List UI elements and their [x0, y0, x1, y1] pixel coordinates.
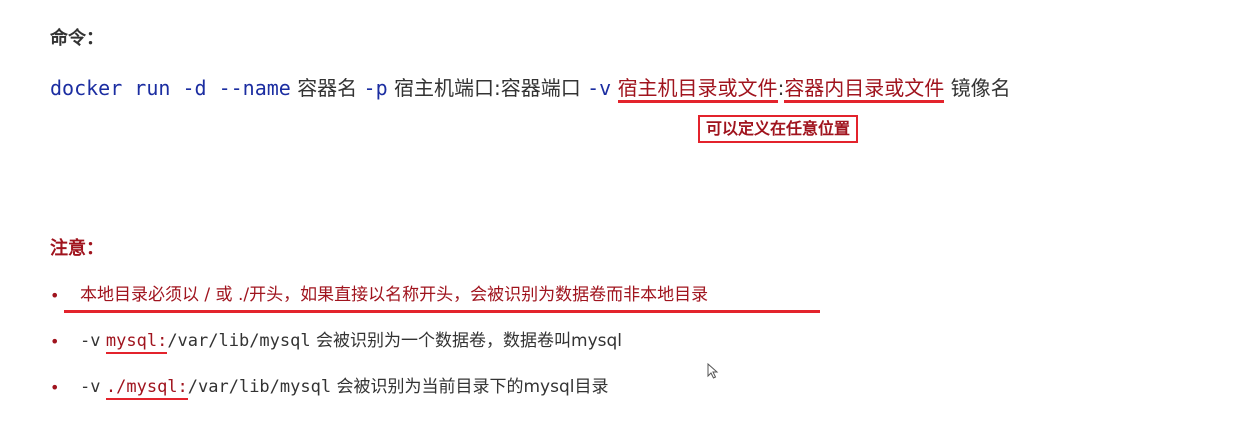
- container-path: /var/lib/mysql: [187, 377, 332, 397]
- host-path-highlight: 宿主机目录或文件: [617, 76, 778, 103]
- local-path-highlight: ./mysql:: [105, 377, 188, 400]
- notes-heading: 注意：: [50, 238, 104, 259]
- bullet-icon: •: [50, 286, 60, 305]
- volume-name-highlight: mysql:: [105, 331, 168, 354]
- port-option: -p: [363, 76, 388, 100]
- bullet-content: -v ./mysql:/var/lib/mysql 会被识别为当前目录下的mys…: [80, 374, 608, 400]
- list-item: • -v ./mysql:/var/lib/mysql 会被识别为当前目录下的m…: [50, 374, 1200, 420]
- volume-option: -v: [80, 331, 101, 351]
- position-callout: 可以定义在任意位置: [698, 115, 859, 143]
- bullet-description: 会被识别为一个数据卷，数据卷叫mysql: [316, 331, 623, 351]
- command-prefix: docker run -d --name: [50, 76, 291, 100]
- image-name: 镜像名: [950, 76, 1011, 100]
- list-item: • 本地目录必须以 / 或 ./开头，如果直接以名称开头，会被识别为数据卷而非本…: [50, 282, 1200, 328]
- bullet-icon: •: [50, 378, 60, 397]
- notes-list: • 本地目录必须以 / 或 ./开头，如果直接以名称开头，会被识别为数据卷而非本…: [50, 282, 1200, 420]
- volume-option: -v: [587, 76, 612, 100]
- port-mapping: 宿主机端口:容器端口: [394, 76, 581, 100]
- command-heading: 命令：: [50, 28, 104, 49]
- container-path: /var/lib/mysql: [167, 331, 311, 351]
- red-underline: [64, 310, 820, 313]
- bullet-content: -v mysql:/var/lib/mysql 会被识别为一个数据卷，数据卷叫m…: [80, 328, 622, 354]
- bullet-description: 会被识别为当前目录下的mysql目录: [336, 377, 609, 397]
- mouse-pointer-icon: [707, 363, 719, 379]
- command-line: docker run -d --name 容器名 -p 宿主机端口:容器端口 -…: [50, 74, 1011, 103]
- bullet-icon: •: [50, 332, 60, 351]
- bullet-text: 本地目录必须以 / 或 ./开头，如果直接以名称开头，会被识别为数据卷而非本地目…: [80, 285, 709, 305]
- path-separator: :: [777, 76, 785, 100]
- list-item: • -v mysql:/var/lib/mysql 会被识别为一个数据卷，数据卷…: [50, 328, 1200, 374]
- container-name: 容器名: [297, 76, 358, 100]
- container-path-highlight: 容器内目录或文件: [784, 76, 945, 103]
- volume-option: -v: [80, 377, 101, 397]
